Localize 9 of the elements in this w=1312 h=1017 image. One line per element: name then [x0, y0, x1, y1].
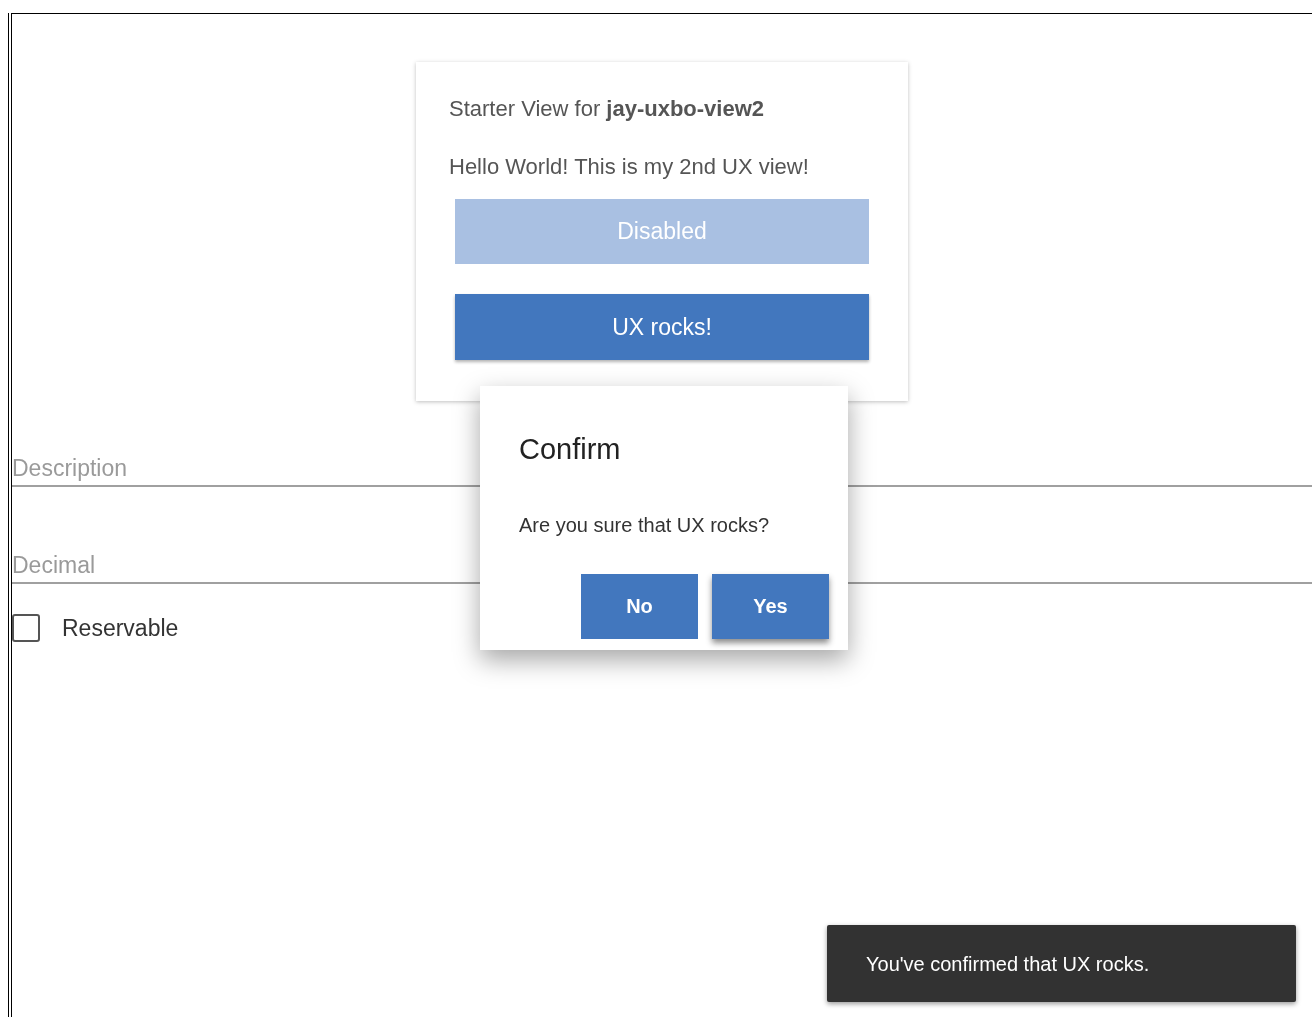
- checkbox[interactable]: [12, 614, 40, 643]
- card-title: Starter View for jay-uxbo-view2: [449, 95, 766, 123]
- checkbox-label: Reservable: [62, 614, 179, 643]
- card-button[interactable]: UX rocks!: [455, 294, 869, 360]
- dialog-button[interactable]: Yes: [712, 573, 829, 639]
- dialog-message: Are you sure that UX rocks?: [519, 512, 771, 538]
- toast-message: You've confirmed that UX rocks.: [866, 951, 1150, 977]
- dialog-button[interactable]: No: [581, 573, 698, 639]
- card-message: Hello World! This is my 2nd UX view!: [449, 153, 810, 181]
